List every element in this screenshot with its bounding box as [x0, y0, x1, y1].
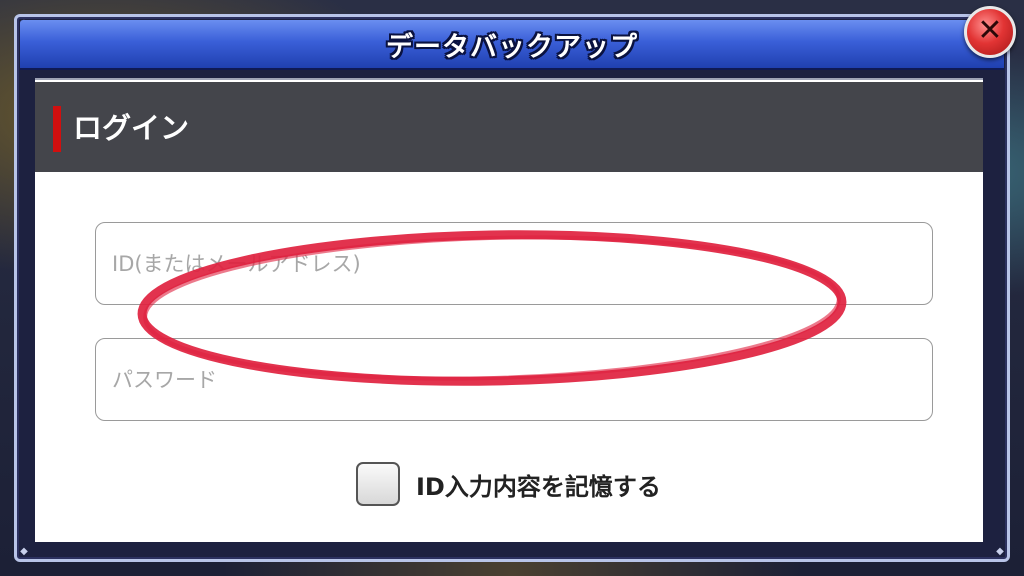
id-input[interactable] — [95, 222, 933, 305]
corner-ornament-icon: ◆ — [996, 546, 1004, 557]
dialog-title: データバックアップ — [386, 31, 638, 63]
close-icon: ✕ — [977, 13, 1003, 48]
remember-id-option[interactable]: ID入力内容を記憶する — [356, 460, 661, 508]
password-input[interactable] — [95, 338, 933, 421]
dialog-title-bar: データバックアップ — [20, 20, 1004, 70]
section-title: ログイン — [73, 111, 190, 145]
close-button[interactable]: ✕ — [964, 6, 1016, 58]
header-accent-bar — [53, 106, 61, 152]
login-section-header: ログイン — [35, 82, 983, 172]
corner-ornament-icon: ◆ — [20, 546, 28, 557]
remember-id-label: ID入力内容を記憶する — [416, 472, 661, 501]
dialog-content: ログイン ID入力内容を記憶する — [35, 78, 983, 542]
remember-id-checkbox[interactable] — [356, 462, 400, 506]
